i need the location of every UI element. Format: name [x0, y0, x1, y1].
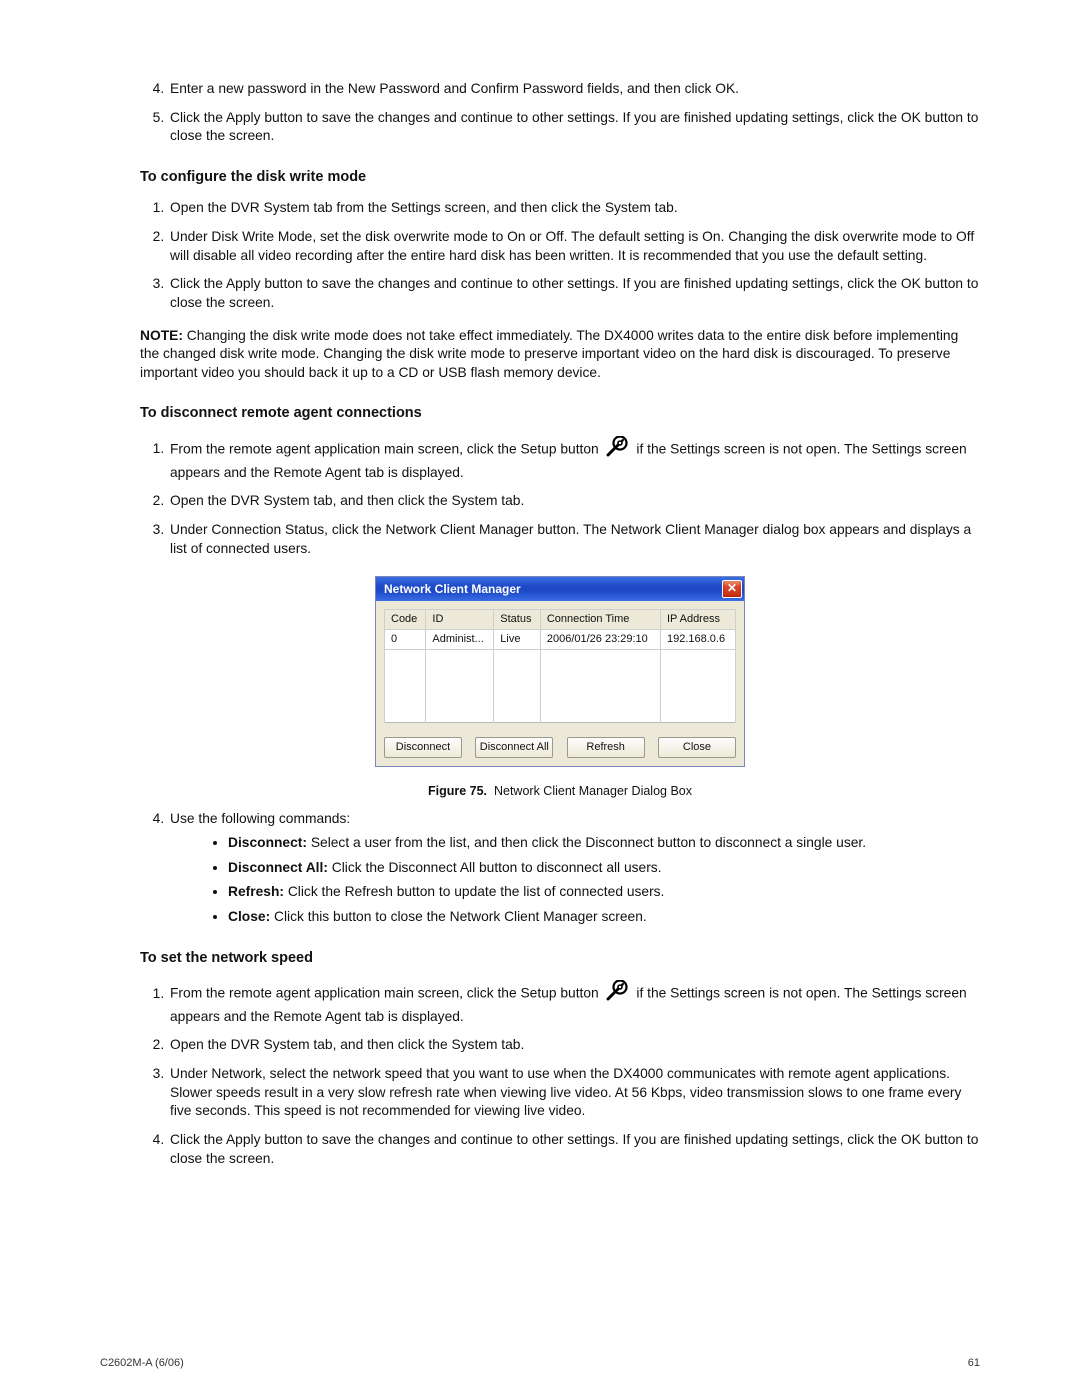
cell-time: 2006/01/26 23:29:10 — [540, 629, 660, 649]
table-row[interactable]: 0 Administ... Live 2006/01/26 23:29:10 1… — [385, 629, 736, 649]
table-row — [385, 668, 736, 686]
command-name: Disconnect All: — [228, 860, 328, 875]
list-item: Under Disk Write Mode, set the disk over… — [168, 228, 980, 265]
list-item: Click the Apply button to save the chang… — [168, 275, 980, 312]
col-id[interactable]: ID — [426, 610, 494, 630]
figure-title: Network Client Manager Dialog Box — [494, 784, 692, 798]
command-name: Close: — [228, 909, 270, 924]
heading-network-speed: To set the network speed — [140, 949, 980, 969]
step-text-pre: From the remote agent application main s… — [170, 986, 599, 1001]
figure-number: Figure 75. — [428, 784, 487, 798]
close-icon[interactable]: ✕ — [722, 580, 742, 598]
col-status[interactable]: Status — [494, 610, 541, 630]
cell-ip: 192.168.0.6 — [660, 629, 735, 649]
col-time[interactable]: Connection Time — [540, 610, 660, 630]
doc-number: C2602M-A (6/06) — [100, 1356, 184, 1371]
list-item: Close: Click this button to close the Ne… — [228, 908, 980, 927]
page-footer: C2602M-A (6/06) 61 — [100, 1356, 980, 1371]
setup-icon — [605, 980, 631, 1008]
network-speed-steps: From the remote agent application main s… — [140, 980, 980, 1168]
dialog-button-row: Disconnect Disconnect All Refresh Close — [384, 737, 736, 758]
disconnect-all-button[interactable]: Disconnect All — [475, 737, 553, 758]
note-text: Changing the disk write mode does not ta… — [140, 328, 958, 380]
list-item: Disconnect All: Click the Disconnect All… — [228, 859, 980, 878]
list-item: From the remote agent application main s… — [168, 980, 980, 1026]
col-code[interactable]: Code — [385, 610, 426, 630]
cell-status: Live — [494, 629, 541, 649]
step-text-pre: From the remote agent application main s… — [170, 441, 599, 456]
list-item: Use the following commands: Disconnect: … — [168, 810, 980, 927]
disconnect-button[interactable]: Disconnect — [384, 737, 462, 758]
table-header-row: Code ID Status Connection Time IP Addres… — [385, 610, 736, 630]
list-item: Disconnect: Select a user from the list,… — [228, 834, 980, 853]
list-item: Under Network, select the network speed … — [168, 1065, 980, 1121]
setup-icon — [605, 436, 631, 464]
command-name: Refresh: — [228, 884, 284, 899]
note-label: NOTE: — [140, 328, 183, 343]
heading-disk-write: To configure the disk write mode — [140, 168, 980, 188]
manual-page: Enter a new password in the New Password… — [0, 0, 1080, 1397]
command-text: Click the Disconnect All button to disco… — [332, 860, 662, 875]
cell-code: 0 — [385, 629, 426, 649]
dialog-title: Network Client Manager — [384, 581, 521, 597]
intro-steps: Enter a new password in the New Password… — [140, 80, 980, 146]
list-item: Open the DVR System tab from the Setting… — [168, 199, 980, 218]
command-list: Disconnect: Select a user from the list,… — [170, 834, 980, 927]
table-row — [385, 649, 736, 668]
dialog-window: Network Client Manager ✕ Code ID Status … — [375, 576, 745, 767]
dialog-titlebar: Network Client Manager ✕ — [376, 577, 744, 601]
heading-disconnect: To disconnect remote agent connections — [140, 404, 980, 424]
table-row — [385, 704, 736, 723]
list-item: Open the DVR System tab, and then click … — [168, 1036, 980, 1055]
command-text: Click the Refresh button to update the l… — [288, 884, 665, 899]
list-item: Click the Apply button to save the chang… — [168, 1131, 980, 1168]
table-row — [385, 686, 736, 704]
figure-caption: Figure 75. Network Client Manager Dialog… — [375, 783, 745, 800]
refresh-button[interactable]: Refresh — [567, 737, 645, 758]
disconnect-steps-cont: Use the following commands: Disconnect: … — [140, 810, 980, 927]
network-client-manager-figure: Network Client Manager ✕ Code ID Status … — [375, 576, 745, 799]
list-item: Under Connection Status, click the Netwo… — [168, 521, 980, 558]
step-4: Enter a new password in the New Password… — [168, 80, 980, 99]
disk-write-note: NOTE: Changing the disk write mode does … — [140, 327, 980, 383]
col-ip[interactable]: IP Address — [660, 610, 735, 630]
cell-id: Administ... — [426, 629, 494, 649]
disconnect-steps: From the remote agent application main s… — [140, 436, 980, 558]
step-text: Use the following commands: — [170, 811, 350, 826]
page-number: 61 — [968, 1356, 980, 1371]
command-name: Disconnect: — [228, 835, 307, 850]
connections-table[interactable]: Code ID Status Connection Time IP Addres… — [384, 609, 736, 723]
close-button[interactable]: Close — [658, 737, 736, 758]
list-item: From the remote agent application main s… — [168, 436, 980, 482]
list-item: Open the DVR System tab, and then click … — [168, 492, 980, 511]
list-item: Refresh: Click the Refresh button to upd… — [228, 883, 980, 902]
disk-write-steps: Open the DVR System tab from the Setting… — [140, 199, 980, 312]
step-5: Click the Apply button to save the chang… — [168, 109, 980, 146]
dialog-body: Code ID Status Connection Time IP Addres… — [376, 601, 744, 766]
command-text: Click this button to close the Network C… — [274, 909, 647, 924]
command-text: Select a user from the list, and then cl… — [311, 835, 866, 850]
